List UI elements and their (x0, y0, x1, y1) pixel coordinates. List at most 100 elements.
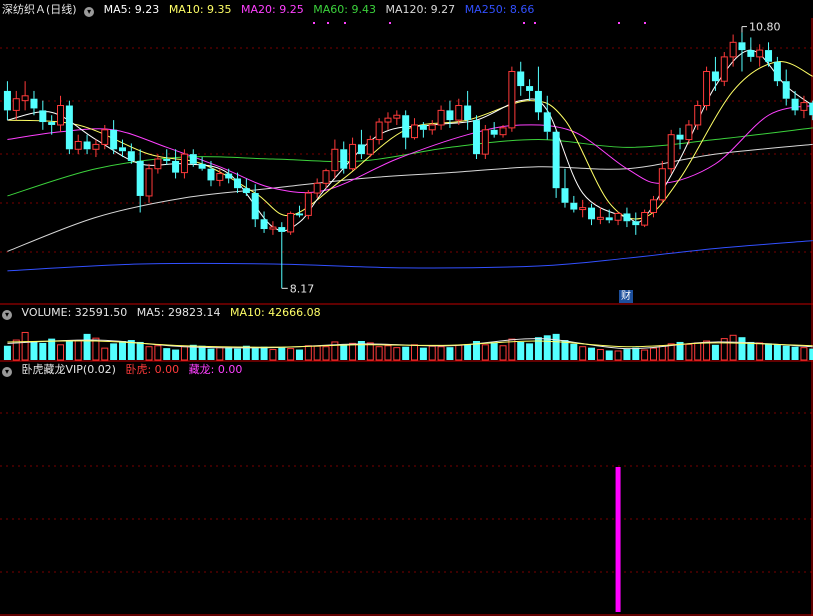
candle (747, 37, 755, 62)
price-panel-menu-icon[interactable] (84, 7, 95, 17)
event-marker (644, 22, 646, 24)
volume-bar (411, 344, 419, 361)
annotation-layer: 10.80 8.17 (281, 21, 780, 295)
volume-bar (428, 345, 436, 361)
volume-bar (366, 342, 374, 361)
candle-body (313, 182, 321, 194)
volume-bar (588, 347, 596, 360)
candle (481, 124, 489, 159)
candle-body (198, 163, 206, 169)
candle (658, 160, 666, 203)
ma60-legend: MA60: 9.43 (313, 3, 376, 16)
volume-bar (163, 348, 171, 360)
candle (65, 100, 73, 155)
candle-body (649, 199, 657, 213)
candle-body (136, 160, 144, 196)
candle (623, 207, 631, 228)
candle-body (658, 168, 666, 201)
volume-bar (490, 342, 498, 360)
candle-body (21, 95, 29, 102)
canglong-signal-bar (615, 467, 621, 612)
candle (729, 34, 737, 67)
candle (508, 66, 516, 132)
candle (357, 129, 365, 159)
candle-body (118, 147, 126, 152)
volume-bar (118, 341, 126, 360)
volume-bar (145, 346, 153, 361)
candle (110, 120, 118, 155)
volume-bar (711, 344, 719, 360)
candle-body (189, 154, 197, 164)
candle-body (366, 139, 374, 155)
candle (809, 100, 813, 121)
volume-bar (39, 342, 47, 360)
volume-bar (570, 343, 578, 360)
candle (74, 134, 82, 155)
volume-bar (21, 331, 29, 361)
ma20-legend: MA20: 9.25 (241, 3, 304, 16)
volume-bar (287, 348, 295, 361)
candle-body (92, 143, 100, 150)
candle-body (738, 42, 746, 51)
volume-bar (729, 334, 737, 361)
volume-bar (437, 346, 445, 361)
ma120-legend: MA120: 9.27 (385, 3, 456, 16)
finance-badge[interactable]: 财 (619, 290, 633, 303)
candle-body (499, 127, 507, 136)
volume-ma5-legend: MA5: 29823.14 (136, 306, 221, 319)
volume-bar (251, 348, 259, 360)
volume-bar (101, 347, 109, 361)
volume-bar (641, 349, 649, 361)
candle-body (260, 219, 268, 230)
candle-body (437, 109, 445, 126)
candle (667, 129, 675, 174)
volume-bar (234, 348, 242, 360)
event-marker (313, 22, 315, 24)
candle (83, 134, 91, 155)
candle (579, 199, 587, 218)
volume-bar (773, 344, 781, 360)
volume-bar (596, 349, 604, 361)
candle-body (508, 70, 516, 129)
candle-body (623, 213, 631, 222)
candle (21, 81, 29, 111)
volume-bar (446, 347, 454, 360)
candle (127, 143, 135, 164)
candle (278, 222, 286, 289)
candle-body (145, 168, 153, 197)
event-marker (327, 22, 329, 24)
volume-bar (48, 338, 56, 360)
candle (614, 211, 622, 226)
candle-body (225, 173, 233, 179)
volume-bar (455, 344, 463, 361)
candle (526, 79, 534, 101)
volume-bar (809, 348, 813, 360)
candle (517, 61, 525, 96)
candle-body (747, 50, 755, 57)
indicator-panel-menu-icon[interactable] (2, 367, 12, 377)
candle (295, 205, 303, 218)
volume-bar (260, 346, 268, 360)
candle-body (464, 105, 472, 121)
candle (711, 56, 719, 91)
candle-body (287, 212, 295, 233)
candle (92, 139, 100, 158)
candle (57, 95, 65, 132)
candle-body (667, 134, 675, 170)
volume-bar (605, 350, 613, 360)
volume-bar (738, 337, 746, 360)
candle (676, 127, 684, 150)
candle-body (720, 56, 728, 82)
volume-bar (765, 343, 773, 360)
candle (242, 178, 250, 196)
volume-bar (579, 346, 587, 361)
candle-body (588, 207, 596, 220)
candle (384, 112, 392, 130)
volume-panel-menu-icon[interactable] (2, 310, 12, 320)
candle-body (800, 102, 808, 111)
candle-body (278, 227, 286, 232)
canglong-legend: 藏龙: 0.00 (188, 363, 243, 376)
candle (331, 139, 339, 179)
candle (225, 168, 233, 184)
candle-body (694, 105, 702, 126)
